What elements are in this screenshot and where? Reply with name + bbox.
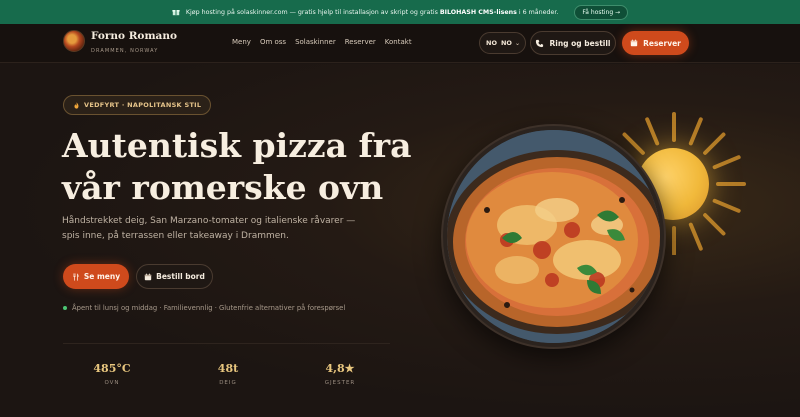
reserve-label: Reserver	[643, 38, 681, 48]
sun-ray	[622, 132, 645, 155]
flag-no-icon: NO	[486, 39, 497, 47]
status-dot-icon	[63, 306, 67, 310]
phone-icon	[536, 39, 544, 47]
nav-item-solaskinner[interactable]: Solaskinner	[295, 38, 336, 46]
sun-ray	[645, 117, 660, 146]
language-code: NO	[500, 39, 512, 47]
stat-dough-label: DEIG	[219, 380, 237, 386]
stat-oven-label: OVN	[104, 380, 120, 386]
sun-ray	[703, 213, 726, 236]
stat-dough: 48t DEIG	[198, 362, 258, 386]
stat-guests-label: GJESTER	[324, 380, 356, 386]
hero-headline: Autentisk pizza fra vår romerske ovn	[62, 125, 442, 209]
sun-ray	[712, 198, 741, 213]
utensils-icon	[73, 272, 79, 281]
nav-item-kontakt[interactable]: Kontakt	[385, 38, 412, 46]
flame-icon	[74, 101, 79, 109]
stats-divider	[63, 343, 390, 344]
chevron-down-icon: ⌄	[514, 39, 520, 47]
logo-pizza-icon[interactable]	[63, 30, 85, 52]
headline-line-1: Autentisk pizza fra	[62, 126, 412, 165]
calendar-icon	[144, 273, 152, 280]
sun-ray	[688, 222, 703, 251]
call-order-button[interactable]: Ring og bestill	[530, 31, 616, 55]
sun-ray	[688, 117, 703, 146]
site-header: Forno Romano DRAMMEN, NORWAY Meny Om oss…	[0, 24, 800, 63]
promo-text: Kjøp hosting på solaskinner.com — gratis…	[185, 8, 559, 16]
brand-name[interactable]: Forno Romano	[91, 30, 177, 42]
hero-lead: Håndstrekket deig, San Marzano-tomater o…	[62, 216, 356, 241]
badge-text: VEDFYRT · NAPOLITANSK STIL	[84, 101, 202, 109]
calendar-icon	[630, 39, 638, 47]
stat-dough-value: 48t	[217, 362, 239, 375]
get-hosting-button[interactable]: Få hosting →	[574, 4, 629, 20]
opening-status: Åpent til lunsj og middag · Familievennl…	[63, 304, 345, 312]
hero-badge: VEDFYRT · NAPOLITANSK STIL	[63, 95, 212, 115]
stat-guests: 4,8★ GJESTER	[310, 362, 370, 386]
reserve-button[interactable]: Reserver	[622, 31, 689, 55]
call-label: Ring og bestill	[549, 38, 611, 48]
book-table-label: Bestill bord	[156, 272, 205, 281]
stat-guests-value: 4,8★	[325, 362, 355, 375]
nav-item-meny[interactable]: Meny	[232, 38, 251, 46]
nav-item-om-oss[interactable]: Om oss	[260, 38, 286, 46]
nav-item-reserver[interactable]: Reserver	[345, 38, 376, 46]
main-nav: Meny Om oss Solaskinner Reserver Kontakt	[232, 38, 421, 46]
gift-icon	[172, 10, 180, 16]
promo-banner: Kjøp hosting på solaskinner.com — gratis…	[0, 0, 800, 24]
book-table-button[interactable]: Bestill bord	[136, 264, 213, 289]
see-menu-label: Se meny	[83, 272, 121, 281]
see-menu-button[interactable]: Se meny	[63, 264, 129, 289]
status-text: Åpent til lunsj og middag · Familievennl…	[72, 304, 346, 312]
stat-oven: 485°C OVN	[82, 362, 142, 386]
language-selector[interactable]: NO NO ⌄	[479, 32, 526, 54]
sun-ray	[712, 155, 741, 170]
headline-line-2: vår romerske ovn	[62, 168, 384, 207]
pizza-image	[447, 130, 660, 343]
brand-location: DRAMMEN, NORWAY	[91, 48, 159, 54]
sun-ray	[703, 132, 726, 155]
stat-oven-value: 485°C	[93, 362, 131, 375]
